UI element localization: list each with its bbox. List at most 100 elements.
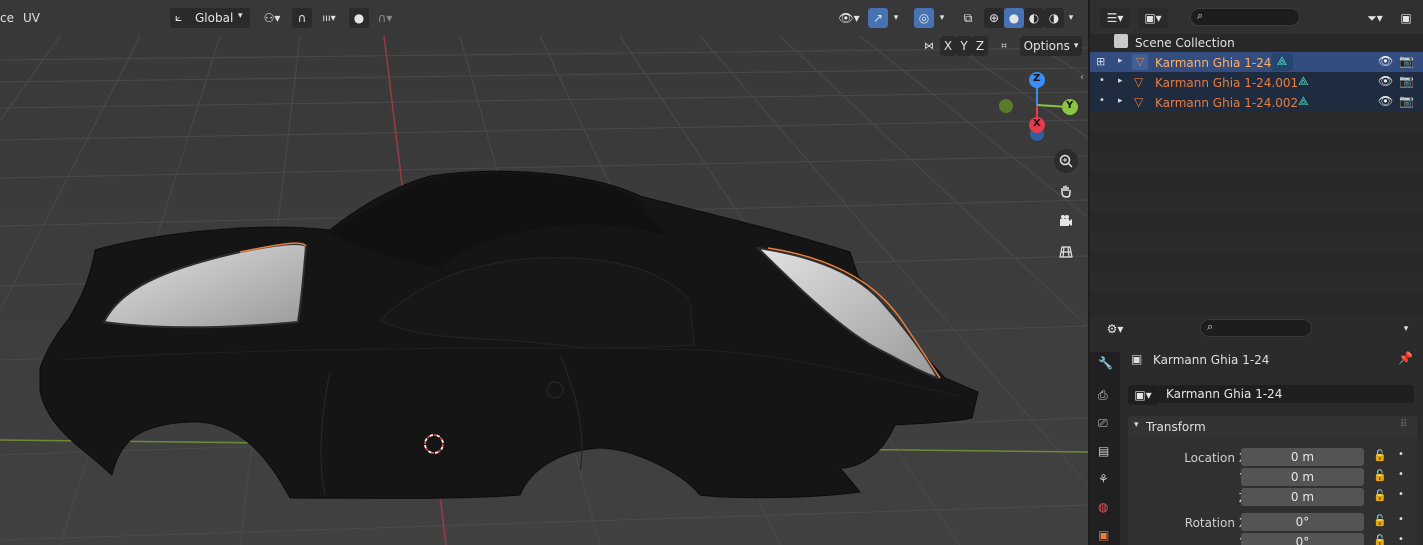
mirror-z-button[interactable]: Z (972, 36, 988, 56)
properties-search[interactable]: ⌕ (1200, 319, 1312, 337)
outliner-search[interactable]: ⌕ (1190, 8, 1300, 26)
expand-arrow-icon[interactable]: ▸ (1118, 56, 1123, 66)
tool-tab-icon[interactable]: 🔧 (1098, 356, 1113, 370)
mirror-x-button[interactable]: X (940, 36, 956, 56)
render-camera-icon[interactable]: 📷 (1399, 74, 1414, 88)
rotation-y-field[interactable]: 0° (1241, 533, 1364, 545)
props-editor-type-dropdown[interactable]: ⚙▾ (1100, 319, 1130, 339)
transform-orientation-dropdown[interactable]: ⟀ Global ▾ (170, 8, 250, 28)
outliner-row[interactable]: ⊞ ▸ ▽ Karmann Ghia 1-24 ⟁ 👁 📷 (1090, 52, 1423, 72)
gizmo-z-label: Z (1033, 73, 1041, 84)
zoom-icon[interactable] (1054, 149, 1078, 173)
render-camera-icon[interactable]: 📷 (1399, 94, 1414, 108)
visibility-dropdown[interactable]: 👁▾ (834, 8, 864, 28)
object-tab-icon[interactable]: ▣ (1098, 528, 1109, 542)
display-mode-dropdown[interactable]: ▣▾ (1138, 8, 1168, 28)
visibility-eye-icon[interactable]: 👁 (1378, 74, 1393, 88)
object-label[interactable]: Karmann Ghia 1-24 (1155, 56, 1271, 70)
filter-dropdown[interactable]: ⏷▾ (1358, 8, 1392, 28)
new-collection-button[interactable]: ▣ (1395, 8, 1417, 28)
output-tab-icon[interactable]: ⎚ (1098, 416, 1108, 431)
snap-toggle[interactable]: ∩ (292, 8, 312, 28)
uv-menu[interactable]: UV (23, 11, 40, 25)
object-label[interactable]: Karmann Ghia 1-24.001 (1155, 76, 1298, 90)
scene-tab-icon[interactable]: ⚘ (1098, 472, 1109, 486)
menu-partial[interactable]: ce (0, 11, 14, 25)
pivot-point-dropdown[interactable]: ⚇▾ (256, 8, 288, 28)
gizmo-dropdown[interactable]: ▾ (889, 8, 903, 28)
object-name-title: Karmann Ghia 1-24 (1153, 353, 1270, 367)
pin-icon[interactable]: 📌 (1398, 351, 1413, 365)
shading-material[interactable]: ◐ (1024, 8, 1044, 28)
render-camera-icon[interactable]: 📷 (1399, 54, 1414, 68)
eye-icon: 👁▾ (838, 11, 860, 25)
search-icon: ⌕ (1207, 320, 1214, 333)
expand-arrow-icon[interactable]: ▸ (1118, 96, 1123, 106)
world-tab-icon[interactable]: ◍ (1098, 500, 1108, 514)
visibility-eye-icon[interactable]: 👁 (1378, 94, 1393, 108)
falloff-dropdown[interactable]: ∩▾ (370, 8, 400, 28)
scene-collection-label: Scene Collection (1135, 36, 1235, 50)
render-tab-icon[interactable]: ⎙ (1098, 388, 1108, 403)
scene-collection-row[interactable]: Scene Collection (1090, 32, 1423, 52)
visibility-eye-icon[interactable]: 👁 (1378, 54, 1393, 68)
props-options-dropdown[interactable]: ▾ (1395, 319, 1417, 339)
keyframe-dot-icon[interactable]: • (1398, 469, 1404, 480)
shading-dropdown[interactable]: ▾ (1064, 8, 1078, 28)
outliner-row[interactable]: • ▸ ▽ Karmann Ghia 1-24.001 ⟁ 👁 📷 (1090, 72, 1423, 92)
drag-handle-icon[interactable]: ⠿ (1400, 419, 1407, 430)
mesh-data-icon: ⟁ (1271, 53, 1293, 71)
location-y-field[interactable]: 0 m (1241, 468, 1364, 486)
lock-icon[interactable]: 🔓 (1373, 489, 1387, 502)
overlays-dropdown[interactable]: ▾ (935, 8, 949, 28)
proportional-edit-toggle[interactable]: ● (349, 8, 369, 28)
keyframe-dot-icon[interactable]: • (1398, 489, 1404, 500)
view-layer-tab-icon[interactable]: ▤ (1098, 444, 1109, 458)
outliner: ☰▾ ▣▾ ⌕ ⏷▾ ▣ Scene Collection ⊞ ▸ ▽ Karm… (1090, 0, 1423, 312)
keyframe-dot-icon[interactable]: • (1398, 449, 1404, 460)
chevron-down-icon: ▾ (1134, 420, 1139, 430)
camera-icon[interactable] (1054, 209, 1078, 233)
object-label[interactable]: Karmann Ghia 1-24.002 (1155, 96, 1298, 110)
viewport-header: ce UV ⟀ Global ▾ ⚇▾ ∩ ııı▾ ● ∩▾ 👁▾ ↗ ▾ ◎… (0, 0, 1088, 56)
location-z-field[interactable]: 0 m (1241, 488, 1364, 506)
mirror-y-button[interactable]: Y (956, 36, 972, 56)
3d-viewport[interactable]: Z Y X ce UV ⟀ Global ▾ ⚇▾ ∩ ııı▾ ● ∩▾ 👁▾… (0, 0, 1088, 545)
falloff-icon: ∩▾ (377, 11, 393, 25)
pan-hand-icon[interactable] (1054, 179, 1078, 203)
shading-rendered[interactable]: ◑ (1044, 8, 1064, 28)
keyframe-dot-icon[interactable]: • (1398, 534, 1404, 545)
location-x-field[interactable]: 0 m (1241, 448, 1364, 466)
object-name-field[interactable]: Karmann Ghia 1-24 (1158, 385, 1414, 403)
snap-target-dropdown[interactable]: ııı▾ (313, 8, 345, 28)
lock-icon[interactable]: 🔓 (1373, 514, 1387, 527)
lock-icon[interactable]: 🔓 (1373, 469, 1387, 482)
collection-icon (1114, 34, 1128, 48)
rotation-x-field[interactable]: 0° (1241, 513, 1364, 531)
outliner-row[interactable]: • ▸ ▽ Karmann Ghia 1-24.002 ⟁ 👁 📷 (1090, 92, 1423, 112)
grid-perspective-icon[interactable] (1054, 240, 1078, 264)
rotation-x-label: Rotation X (1184, 516, 1247, 530)
orientation-icon: ⟀ (175, 10, 183, 24)
gizmo-toggle[interactable]: ↗ (868, 8, 888, 28)
shading-solid[interactable]: ● (1004, 8, 1024, 28)
lock-icon[interactable]: 🔓 (1373, 449, 1387, 462)
shading-wireframe[interactable]: ⊕ (984, 8, 1004, 28)
transform-panel-header[interactable]: ▾ Transform ⠿ (1128, 416, 1417, 438)
expand-arrow-icon[interactable]: ▸ (1118, 76, 1123, 86)
overlays-icon: ◎ (918, 11, 930, 25)
outliner-header: ☰▾ ▣▾ ⌕ ⏷▾ ▣ (1090, 0, 1423, 34)
uv-sync-toggle[interactable]: ⌗ (995, 36, 1013, 56)
collapse-sidebar-icon[interactable]: ‹ (1080, 72, 1084, 83)
solid-sphere-icon: ● (1008, 11, 1020, 25)
editor-type-dropdown[interactable]: ☰▾ (1100, 8, 1130, 28)
lock-icon[interactable]: 🔓 (1373, 534, 1387, 545)
datablock-type-dropdown[interactable]: ▣▾ (1128, 385, 1158, 405)
keyframe-dot-icon[interactable]: • (1398, 514, 1404, 525)
chevron-down-icon: ▾ (893, 13, 899, 23)
mirror-toggle[interactable]: ⋈ (920, 36, 938, 56)
overlays-toggle[interactable]: ◎ (914, 8, 934, 28)
xray-toggle[interactable]: ⧉ (958, 8, 978, 28)
properties-tabs: 🔧 ⎙ ⎚ ▤ ⚘ ◍ ▣ (1090, 352, 1120, 545)
options-dropdown[interactable]: Options ▾ (1020, 36, 1082, 56)
